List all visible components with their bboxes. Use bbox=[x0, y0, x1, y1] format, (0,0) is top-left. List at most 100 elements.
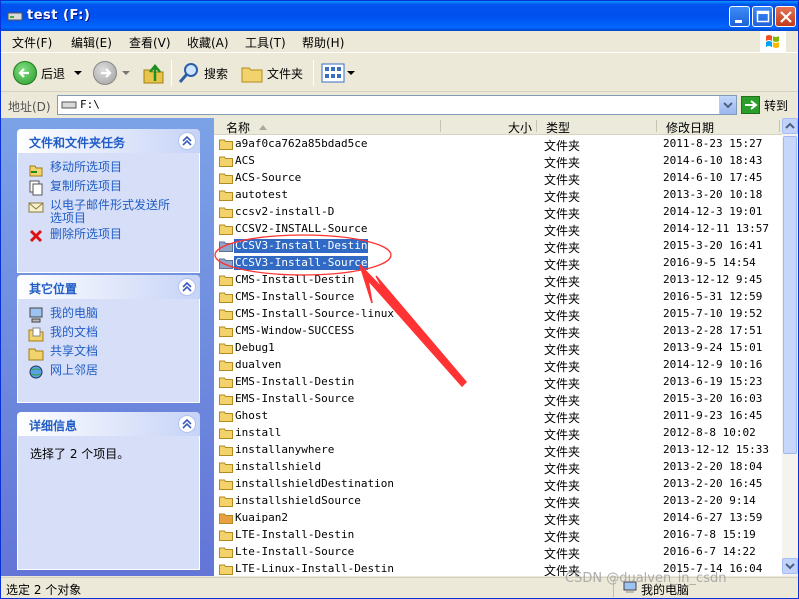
file-date: 2014-6-27 13:59 bbox=[663, 511, 763, 524]
column-type[interactable]: 类型 bbox=[546, 119, 570, 135]
folder-icon bbox=[219, 156, 233, 167]
address-dropdown-button[interactable] bbox=[719, 96, 736, 114]
forward-button[interactable] bbox=[93, 60, 131, 86]
file-row[interactable]: installshieldDestination 文件夹 2013-2-20 16:… bbox=[214, 476, 782, 493]
task-email[interactable]: 以电子邮件形式发送所选项目 bbox=[28, 199, 199, 225]
file-name: Debug1 bbox=[235, 341, 275, 354]
task-copy[interactable]: 复制所选项目 bbox=[28, 180, 199, 196]
file-row[interactable]: EMS-Install-Source 文件夹 2015-3-20 16:03 bbox=[214, 391, 782, 408]
file-name: CMS-Install-Destin bbox=[235, 273, 355, 286]
menu-file[interactable]: 文件(F) bbox=[12, 34, 52, 51]
task-delete[interactable]: 删除所选项目 bbox=[28, 228, 199, 244]
menu-edit[interactable]: 编辑(E) bbox=[71, 34, 112, 51]
menu-help[interactable]: 帮助(H) bbox=[302, 34, 344, 51]
place-network[interactable]: 网上邻居 bbox=[28, 364, 199, 380]
drive-icon bbox=[7, 12, 23, 21]
address-input[interactable]: F:\ bbox=[57, 95, 737, 115]
collapse-icon[interactable] bbox=[178, 132, 196, 150]
explorer-window: test (F:) 文件(F) 编辑(E) 查看(V) 收藏(A) 工具(T) … bbox=[0, 0, 799, 599]
folders-button[interactable]: 文件夹 bbox=[241, 60, 303, 86]
file-row[interactable]: CMS-Install-Source-linux 文件夹 2015-7-10 19:… bbox=[214, 306, 782, 323]
collapse-icon[interactable] bbox=[178, 415, 196, 433]
folder-icon bbox=[219, 292, 233, 303]
file-row[interactable]: dualven 文件夹 2014-12-9 10:16 bbox=[214, 357, 782, 374]
folder-icon bbox=[219, 139, 233, 150]
back-button[interactable]: 后退 bbox=[13, 60, 83, 86]
back-arrow-icon bbox=[13, 61, 37, 85]
toolbar: 后退 搜索 文件夹 bbox=[1, 54, 798, 92]
other-places-header[interactable]: 其它位置 bbox=[17, 275, 200, 299]
file-name: installshieldDestination bbox=[235, 477, 394, 490]
folder-icon bbox=[219, 377, 233, 388]
close-button[interactable] bbox=[775, 6, 796, 27]
file-row[interactable]: installshieldSource 文件夹 2013-2-20 9:14 bbox=[214, 493, 782, 510]
folder-icon bbox=[219, 309, 233, 320]
file-row[interactable]: CMS-Install-Destin 文件夹 2013-12-12 9:45 bbox=[214, 272, 782, 289]
scroll-down-button[interactable] bbox=[782, 558, 798, 574]
scroll-up-button[interactable] bbox=[782, 118, 798, 134]
place-my-documents[interactable]: 我的文档 bbox=[28, 326, 199, 342]
chevron-down-icon[interactable] bbox=[73, 69, 83, 77]
file-row[interactable]: ccsv2-install-D 文件夹 2014-12-3 19:01 bbox=[214, 204, 782, 221]
file-row[interactable]: autotest 文件夹 2013-3-20 10:18 bbox=[214, 187, 782, 204]
file-tasks-header[interactable]: 文件和文件夹任务 bbox=[17, 129, 200, 153]
title-bar[interactable]: test (F:) bbox=[1, 1, 798, 31]
file-type: 文件夹 bbox=[544, 309, 581, 323]
file-name: ccsv2-install-D bbox=[235, 205, 335, 218]
column-name[interactable]: 名称 bbox=[226, 119, 250, 135]
file-row[interactable]: Kuaipan2 文件夹 2014-6-27 13:59 bbox=[214, 510, 782, 527]
folder-icon bbox=[219, 326, 233, 337]
file-row[interactable]: CCSV3-Install-Destin 文件夹 2015-3-20 16:41 bbox=[214, 238, 782, 255]
vertical-scrollbar[interactable] bbox=[782, 118, 798, 576]
up-folder-button[interactable] bbox=[142, 60, 166, 86]
task-move[interactable]: 移动所选项目 bbox=[28, 161, 199, 177]
file-row[interactable]: ACS-Source 文件夹 2014-6-10 17:45 bbox=[214, 170, 782, 187]
go-button[interactable]: 转到 bbox=[741, 96, 788, 114]
folder-icon bbox=[219, 445, 233, 456]
file-name: Kuaipan2 bbox=[235, 511, 288, 524]
menu-favorites[interactable]: 收藏(A) bbox=[187, 34, 229, 51]
chevron-down-icon bbox=[347, 71, 355, 75]
file-row[interactable]: EMS-Install-Destin 文件夹 2013-6-19 15:23 bbox=[214, 374, 782, 391]
file-type: 文件夹 bbox=[544, 530, 581, 544]
forward-arrow-icon bbox=[93, 61, 117, 85]
views-button[interactable] bbox=[321, 60, 355, 86]
minimize-button[interactable] bbox=[729, 6, 750, 27]
file-row[interactable]: Ghost 文件夹 2011-9-23 16:45 bbox=[214, 408, 782, 425]
menu-tools[interactable]: 工具(T) bbox=[245, 34, 286, 51]
file-type: 文件夹 bbox=[544, 207, 581, 221]
file-date: 2016-5-31 12:59 bbox=[663, 290, 763, 303]
file-type: 文件夹 bbox=[544, 462, 581, 476]
file-list[interactable]: 名称 大小 类型 修改日期 a9af0ca762a85bdad5ce 文件夹 201… bbox=[214, 118, 782, 576]
maximize-button[interactable] bbox=[752, 6, 773, 27]
scroll-thumb[interactable] bbox=[783, 136, 797, 454]
file-row[interactable]: CMS-Window-SUCCESS 文件夹 2013-2-28 17:51 bbox=[214, 323, 782, 340]
file-row[interactable]: install 文件夹 2012-8-8 10:02 bbox=[214, 425, 782, 442]
place-my-computer[interactable]: 我的电脑 bbox=[28, 307, 199, 323]
file-row[interactable]: LTE-Install-Destin 文件夹 2016-7-8 15:19 bbox=[214, 527, 782, 544]
file-row[interactable]: ACS 文件夹 2014-6-10 18:43 bbox=[214, 153, 782, 170]
file-type: 文件夹 bbox=[544, 275, 581, 289]
file-row[interactable]: CCSV3-Install-Source 文件夹 2016-9-5 14:54 bbox=[214, 255, 782, 272]
column-modified[interactable]: 修改日期 bbox=[666, 119, 714, 135]
details-header[interactable]: 详细信息 bbox=[17, 412, 200, 436]
file-row[interactable]: a9af0ca762a85bdad5ce 文件夹 2011-8-23 15:27 bbox=[214, 136, 782, 153]
up-folder-icon bbox=[143, 64, 164, 84]
file-row[interactable]: Debug1 文件夹 2013-9-24 15:01 bbox=[214, 340, 782, 357]
file-type: 文件夹 bbox=[544, 360, 581, 374]
place-shared-documents[interactable]: 共享文档 bbox=[28, 345, 199, 361]
file-row[interactable]: CMS-Install-Source 文件夹 2016-5-31 12:59 bbox=[214, 289, 782, 306]
column-size[interactable]: 大小 bbox=[508, 119, 532, 135]
file-row[interactable]: Lte-Install-Source 文件夹 2016-6-7 14:22 bbox=[214, 544, 782, 561]
file-type: 文件夹 bbox=[544, 343, 581, 357]
folder-icon bbox=[219, 258, 233, 269]
file-row[interactable]: CCSV2-INSTALL-Source 文件夹 2014-12-11 13:57 bbox=[214, 221, 782, 238]
menu-view[interactable]: 查看(V) bbox=[129, 34, 171, 51]
file-row[interactable]: installshield 文件夹 2013-2-20 18:04 bbox=[214, 459, 782, 476]
file-type: 文件夹 bbox=[544, 241, 581, 255]
chevron-down-icon[interactable] bbox=[121, 69, 131, 77]
collapse-icon[interactable] bbox=[178, 278, 196, 296]
search-button[interactable]: 搜索 bbox=[178, 60, 228, 86]
file-row[interactable]: installanywhere 文件夹 2013-12-12 15:33 bbox=[214, 442, 782, 459]
file-name: CCSV3-Install-Source bbox=[234, 256, 369, 270]
